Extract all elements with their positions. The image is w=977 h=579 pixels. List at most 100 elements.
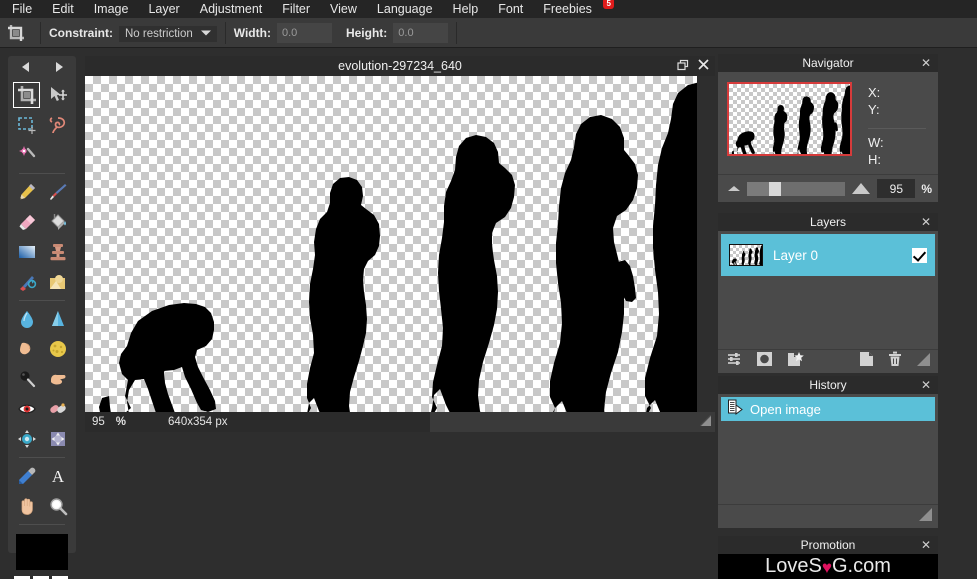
open-image-icon [727,399,743,420]
close-icon[interactable]: ✕ [921,377,931,393]
new-layer-icon[interactable] [859,351,874,372]
red-eye-tool[interactable] [11,394,42,424]
menu-item-label: Edit [52,2,74,16]
status-zoom-group[interactable]: 95 % 640x354 px [85,412,430,432]
clone-stamp-tool[interactable] [42,237,73,267]
hand-tool[interactable] [11,491,42,521]
menu-item-font[interactable]: Font [488,0,533,18]
promotion-banner[interactable]: LoveS ♥ G.com [718,554,938,579]
triangle-left-icon[interactable] [21,62,29,72]
menu-item-label: View [330,2,357,16]
menu-item-adjustment[interactable]: Adjustment [190,0,273,18]
restore-window-icon[interactable] [677,59,689,74]
lasso-tool[interactable] [42,110,73,140]
divider [456,21,458,44]
status-zoom-value: 95 [92,416,105,428]
menu-item-freebies[interactable]: Freebies 5 [533,0,614,18]
constraint-select[interactable]: No restriction [119,24,217,42]
promotion-text-part2: G.com [831,555,891,577]
paint-bucket-tool[interactable] [42,207,73,237]
heart-icon: ♥ [821,557,832,577]
shape-tool[interactable] [42,267,73,297]
freebies-badge: 5 [603,0,614,9]
zoom-tool[interactable] [42,491,73,521]
history-list-item[interactable]: Open image [721,397,935,421]
close-icon[interactable]: ✕ [921,55,931,71]
color-replace-tool[interactable] [11,267,42,297]
menu-item-label: Filter [282,2,311,16]
image-canvas[interactable] [85,76,697,412]
menu-item-image[interactable]: Image [84,0,139,18]
layer-mask-icon[interactable] [756,351,773,372]
pinch-tool[interactable] [11,424,42,454]
navigator-thumbnail[interactable] [727,82,852,156]
menu-item-layer[interactable]: Layer [138,0,189,18]
navigator-title-bar[interactable]: Navigator ✕ [718,54,938,72]
menu-item-edit[interactable]: Edit [42,0,84,18]
dodge-tool[interactable] [11,364,42,394]
rectangular-marquee-tool[interactable] [11,110,42,140]
magic-wand-tool[interactable] [11,140,42,170]
delete-layer-icon[interactable] [888,351,902,372]
blemish-remover-tool[interactable] [42,394,73,424]
panel-title: Layers [809,215,847,229]
burn-tool[interactable] [42,364,73,394]
layers-panel: Layers ✕ Layer 0 [718,213,938,373]
menu-item-file[interactable]: File [0,0,42,18]
menu-item-label: Language [376,2,433,16]
resize-grip-icon[interactable] [917,506,933,526]
menu-item-help[interactable]: Help [443,0,489,18]
tool-options-bar: Constraint: No restriction Width: 0.0 He… [0,18,977,48]
history-panel: History ✕ Open image [718,376,938,528]
crop-tool[interactable] [11,80,42,110]
menu-bar: File Edit Image Layer Adjustment Filter … [0,0,977,18]
zoom-out-mountain-icon[interactable] [728,186,740,191]
close-icon[interactable]: ✕ [921,214,931,230]
menu-item-view[interactable]: View [320,0,367,18]
divider [40,21,41,44]
sponge-tool[interactable] [42,334,73,364]
promotion-title-bar[interactable]: Promotion ✕ [718,536,938,554]
layers-title-bar[interactable]: Layers ✕ [718,213,938,231]
pencil-tool[interactable] [11,177,42,207]
menu-item-label: Help [452,2,479,16]
text-tool[interactable]: A [42,461,73,491]
menu-item-filter[interactable]: Filter [272,0,320,18]
blur-tool[interactable] [11,304,42,334]
triangle-right-icon[interactable] [55,62,63,72]
close-icon[interactable] [698,59,709,73]
zoom-slider-knob[interactable] [769,181,781,196]
divider [19,524,65,525]
width-label: Width: [233,25,271,40]
foreground-color-swatch[interactable] [16,534,68,570]
bulge-tool[interactable] [42,424,73,454]
panel-title: Promotion [800,538,856,552]
chevron-down-icon [200,30,211,35]
zoom-slider[interactable] [747,181,846,196]
close-icon[interactable]: ✕ [921,537,931,553]
move-tool[interactable] [42,80,73,110]
eraser-tool[interactable] [11,207,42,237]
smudge-tool[interactable] [11,334,42,364]
resize-grip-icon[interactable] [699,413,712,431]
layers-toolbar [718,349,938,373]
layer-properties-icon[interactable] [726,351,742,372]
width-input[interactable]: 0.0 [276,22,332,43]
layer-effects-icon[interactable] [787,351,804,372]
height-input[interactable]: 0.0 [393,22,449,43]
divider [19,173,65,174]
history-title-bar[interactable]: History ✕ [718,376,938,394]
canvas-title-bar[interactable]: evolution-297234_640 [85,56,715,76]
navigator-zoom-input[interactable]: 95 [877,179,916,198]
sharpen-tool[interactable] [42,304,73,334]
eyedropper-tool[interactable] [11,461,42,491]
gradient-tool[interactable] [11,237,42,267]
canvas-window: evolution-297234_640 95 % 640x354 px [85,56,715,432]
layer-visibility-checkbox[interactable] [912,247,927,263]
layer-list-item[interactable]: Layer 0 [721,234,935,276]
menu-item-language[interactable]: Language [367,0,443,18]
promotion-text-part1: LoveS [765,555,822,577]
brush-tool[interactable] [42,177,73,207]
zoom-in-mountain-icon[interactable] [852,183,871,194]
resize-grip-icon[interactable] [915,351,931,371]
